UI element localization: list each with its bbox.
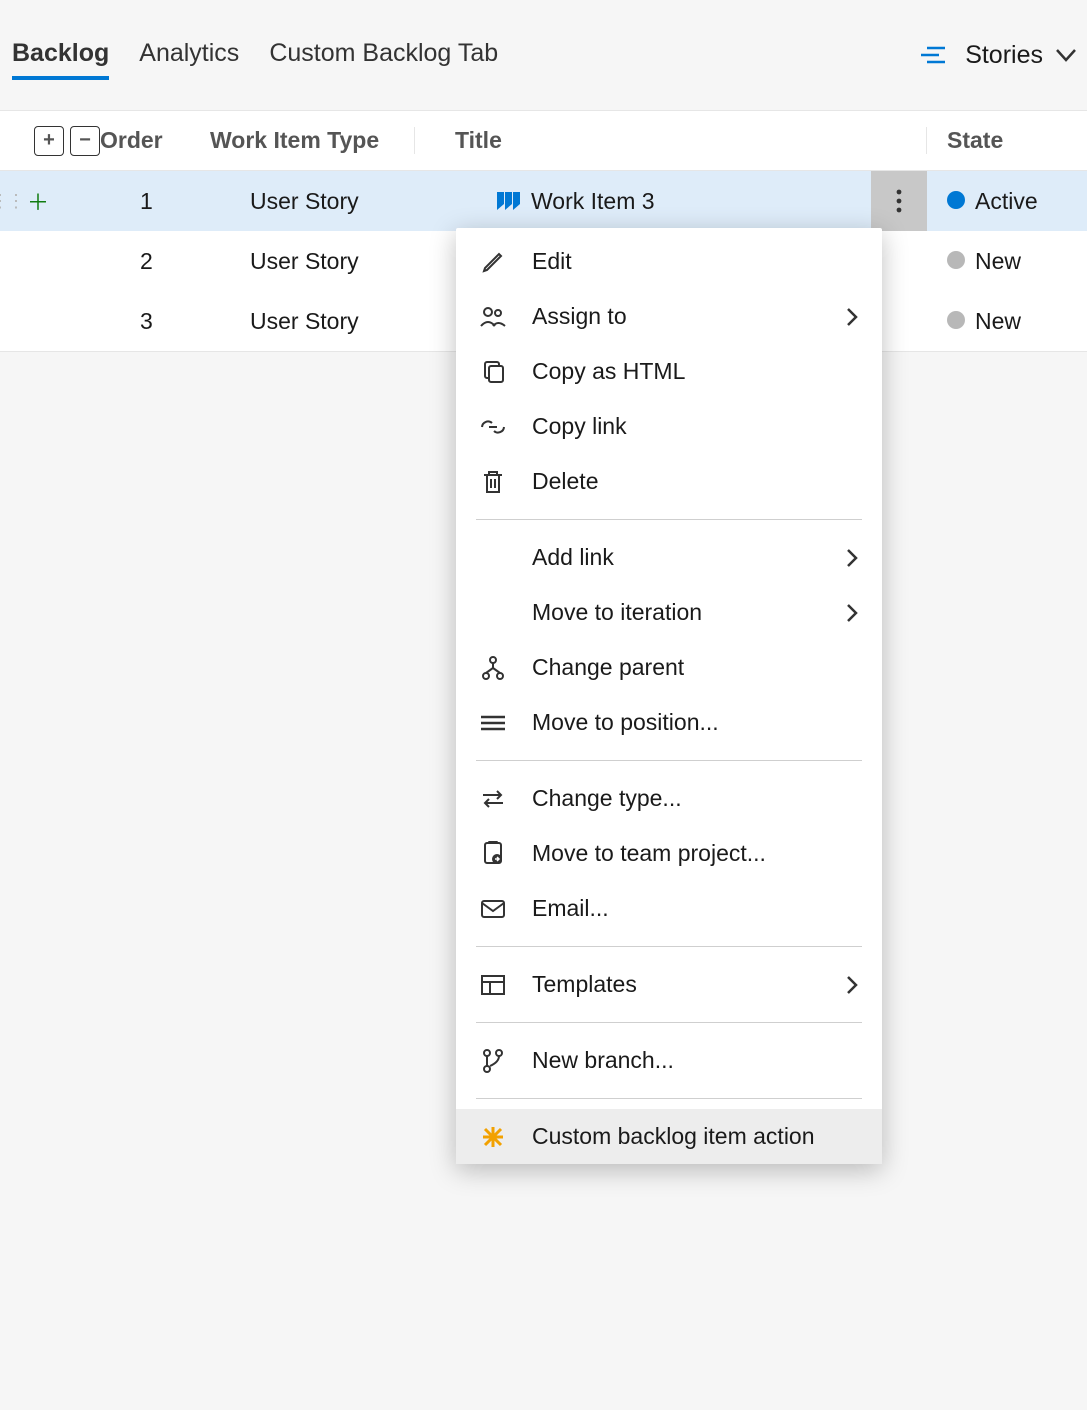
hierarchy-icon: [480, 656, 506, 680]
list-icon: [480, 714, 506, 732]
tab-custom-backlog[interactable]: Custom Backlog Tab: [269, 31, 498, 80]
menu-templates[interactable]: Templates: [456, 957, 882, 1012]
cell-type: User Story: [250, 308, 455, 335]
swap-icon: [480, 789, 506, 809]
grid-header: + − Order Work Item Type Title State: [0, 111, 1087, 171]
menu-copy-link[interactable]: Copy link: [456, 399, 882, 454]
tab-analytics[interactable]: Analytics: [139, 31, 239, 80]
cell-state: New: [927, 308, 1087, 335]
menu-move-to-iteration[interactable]: Move to iteration: [456, 585, 882, 640]
cell-type: User Story: [250, 248, 455, 275]
email-icon: [480, 899, 506, 919]
cell-order: 3: [140, 308, 250, 335]
trash-icon: [480, 470, 506, 494]
tab-backlog[interactable]: Backlog: [12, 31, 109, 80]
drag-handle-icon[interactable]: ⋮⋮: [0, 191, 23, 212]
context-menu: Edit Assign to Copy as HTML Copy link De…: [456, 228, 882, 1164]
menu-custom-backlog-item-action[interactable]: Custom backlog item action: [456, 1109, 882, 1164]
menu-copy-html[interactable]: Copy as HTML: [456, 344, 882, 399]
menu-change-type[interactable]: Change type...: [456, 771, 882, 826]
column-title[interactable]: Title: [415, 127, 927, 154]
menu-move-to-team-project[interactable]: Move to team project...: [456, 826, 882, 881]
chevron-right-icon: [846, 307, 858, 327]
list-icon[interactable]: [919, 45, 945, 65]
column-order[interactable]: Order: [100, 127, 210, 154]
menu-add-link[interactable]: Add link: [456, 530, 882, 585]
table-row[interactable]: ⋮⋮＋ 1 User Story Work Item 3 Active: [0, 171, 1087, 231]
cell-title: Work Item 3: [531, 188, 655, 215]
template-icon: [480, 974, 506, 996]
inline-add-icon[interactable]: ＋: [27, 185, 49, 217]
expand-all-button[interactable]: +: [34, 126, 64, 156]
edit-icon: [480, 250, 506, 274]
cell-state: Active: [927, 188, 1087, 215]
backlog-level-selector[interactable]: Stories: [965, 41, 1077, 70]
chevron-right-icon: [846, 548, 858, 568]
menu-email[interactable]: Email...: [456, 881, 882, 936]
backlog-level-label: Stories: [965, 41, 1043, 70]
link-icon: [480, 419, 506, 435]
menu-new-branch[interactable]: New branch...: [456, 1033, 882, 1088]
menu-move-to-position[interactable]: Move to position...: [456, 695, 882, 750]
menu-delete[interactable]: Delete: [456, 454, 882, 509]
collapse-all-button[interactable]: −: [70, 126, 100, 156]
column-work-item-type[interactable]: Work Item Type: [210, 127, 415, 154]
menu-change-parent[interactable]: Change parent: [456, 640, 882, 695]
chevron-down-icon: [1055, 48, 1077, 62]
copy-icon: [480, 360, 506, 384]
row-more-actions-button[interactable]: [871, 171, 927, 231]
chevron-right-icon: [846, 603, 858, 623]
asterisk-icon: [480, 1125, 506, 1149]
cell-type: User Story: [250, 188, 455, 215]
menu-assign-to[interactable]: Assign to: [456, 289, 882, 344]
cell-state: New: [927, 248, 1087, 275]
branch-icon: [480, 1048, 506, 1074]
user-story-icon: [495, 190, 521, 212]
cell-order: 2: [140, 248, 250, 275]
cell-order: 1: [140, 188, 250, 215]
menu-edit[interactable]: Edit: [456, 234, 882, 289]
chevron-right-icon: [846, 975, 858, 995]
move-project-icon: [480, 841, 506, 867]
column-state[interactable]: State: [927, 127, 1087, 154]
people-icon: [480, 306, 506, 328]
